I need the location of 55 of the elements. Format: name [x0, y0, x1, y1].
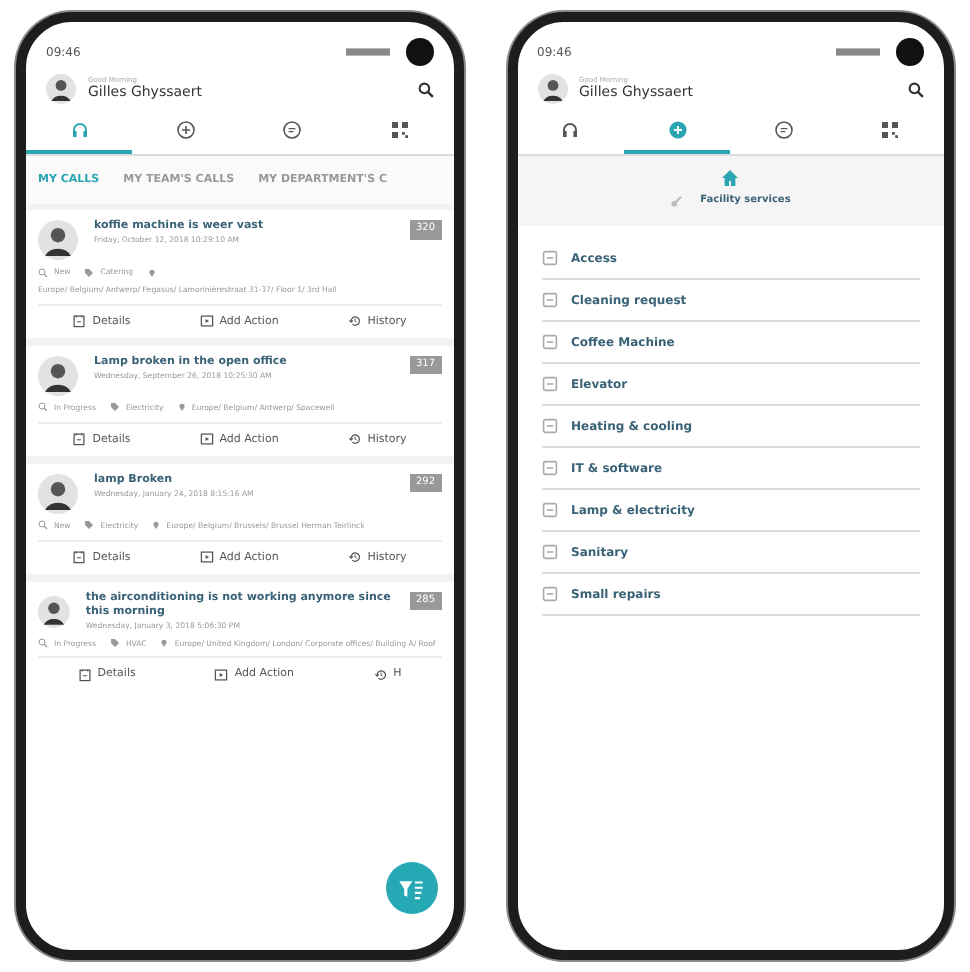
- avatar-icon: [38, 220, 78, 261]
- location-pin-icon: [152, 520, 161, 531]
- tags-icon: [109, 402, 120, 413]
- qr-code-icon: [880, 120, 901, 140]
- history-icon: [347, 314, 362, 329]
- wrench-icon: [670, 194, 685, 209]
- category-icon: [541, 460, 557, 476]
- location-pin-icon: [147, 267, 156, 278]
- filter-icon: [398, 875, 424, 901]
- category-icon: [541, 418, 557, 434]
- category-icon: [541, 376, 557, 392]
- add-note-icon: [199, 432, 214, 447]
- headset-icon: [69, 120, 90, 140]
- history-icon: [347, 432, 362, 447]
- category-icon: [541, 502, 557, 518]
- calendar-icon: [72, 550, 87, 565]
- home-icon[interactable]: [720, 168, 741, 188]
- location-pin-icon: [160, 638, 169, 649]
- calendar-icon: [77, 668, 92, 683]
- camera-hole: [405, 38, 433, 66]
- category-icon: [541, 292, 557, 308]
- tags-icon: [84, 520, 95, 531]
- search-icon[interactable]: [908, 81, 924, 97]
- status-search-icon: [38, 638, 48, 649]
- avatar-icon: [38, 473, 78, 514]
- status-search-icon: [38, 402, 48, 413]
- avatar-icon: [38, 591, 70, 632]
- tags-icon: [84, 267, 95, 278]
- qr-code-icon: [389, 120, 410, 140]
- calendar-icon: [72, 314, 87, 329]
- category-icon: [541, 586, 557, 602]
- calendar-icon: [72, 432, 87, 447]
- history-icon: [347, 550, 362, 565]
- add-note-icon: [199, 550, 214, 565]
- location-pin-icon: [177, 402, 186, 413]
- search-icon[interactable]: [417, 81, 433, 97]
- history-icon: [373, 668, 388, 683]
- avatar-icon: [537, 74, 567, 104]
- add-note-icon: [199, 314, 214, 329]
- status-search-icon: [38, 520, 48, 531]
- camera-hole: [896, 38, 924, 66]
- chat-icon: [773, 120, 794, 140]
- tags-icon: [109, 638, 120, 649]
- filter-button[interactable]: [385, 862, 437, 914]
- category-icon: [541, 544, 557, 560]
- headset-icon: [560, 120, 581, 140]
- plus-icon: [176, 120, 197, 140]
- avatar-icon: [46, 74, 76, 104]
- plus-icon: [667, 120, 688, 140]
- chat-icon: [282, 120, 303, 140]
- avatar-icon: [38, 355, 78, 396]
- add-note-icon: [214, 668, 229, 683]
- category-icon: [541, 250, 557, 266]
- status-search-icon: [38, 267, 48, 278]
- category-icon: [541, 334, 557, 350]
